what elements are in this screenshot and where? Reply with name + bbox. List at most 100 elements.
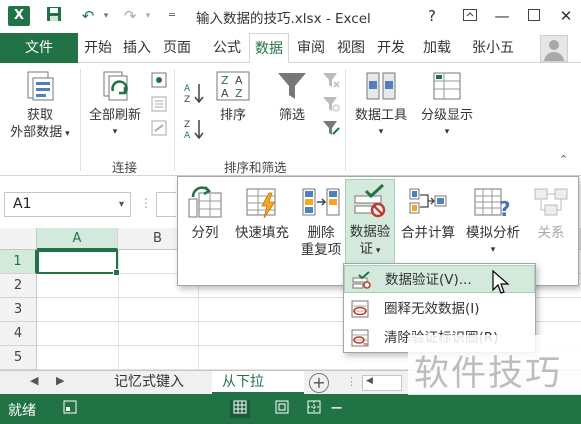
tab-addins[interactable]: 加载 [418,33,456,63]
select-all-corner[interactable] [0,228,37,250]
flash-fill-icon [246,188,276,219]
filter-button[interactable]: 筛选 [268,69,316,153]
consolidate-icon [409,188,447,214]
chevron-down-icon: ▾ [490,245,496,255]
formula-input[interactable] [156,192,176,217]
window-title: 输入数据的技巧.xlsx - Excel [196,11,371,27]
chevron-down-icon[interactable]: ▾ [119,193,124,216]
svg-text:A: A [235,74,243,87]
close-button[interactable]: ✕ [554,5,578,27]
sort-ascending-icon[interactable]: AZ [184,81,206,105]
remove-duplicates-button[interactable]: 删除 重复项 [296,181,346,269]
relationships-button[interactable]: 关系 [526,181,576,247]
group-label-connections: 连接 [112,160,138,175]
ribbon-display-icon[interactable] [458,5,482,27]
what-if-analysis-button[interactable]: ? 模拟分析 ▾ [462,181,524,267]
active-cell-a1[interactable] [37,250,120,276]
chevron-down-icon: ▾ [62,129,70,139]
user-name[interactable]: 张小五 [472,33,514,63]
edit-links-icon[interactable] [150,119,168,137]
help-button[interactable]: ? [420,5,444,27]
chevron-down-icon: ▾ [112,127,118,137]
connections-icon[interactable] [150,71,168,89]
tab-formulas[interactable]: 公式 [208,33,246,63]
sheet-tab[interactable]: 记忆式键入 [104,371,194,394]
svg-text:Z: Z [184,120,190,130]
data-tools-label: 数据工具 [354,108,407,123]
macro-record-icon[interactable] [60,400,80,418]
redo-icon[interactable]: ↷ [120,6,140,26]
chevron-down-icon: ▾ [444,127,450,137]
svg-text:A: A [184,84,191,94]
maximize-button[interactable] [522,5,546,27]
zoom-out-icon[interactable]: − [330,398,343,417]
sheet-next-icon[interactable]: ▶ [56,374,64,387]
svg-text:?: ? [499,197,511,219]
tab-developer[interactable]: 开发 [372,33,410,63]
name-box[interactable]: A1 ▾ [4,192,131,217]
tab-file[interactable]: 文件 [0,33,78,63]
minimize-button[interactable]: — [490,5,514,27]
clear-filter-icon[interactable] [322,71,340,89]
data-validation-button[interactable]: 数据验 证 ▾ [345,179,395,265]
tab-insert[interactable]: 插入 [118,33,156,63]
flash-fill-label: 快速填充 [235,225,289,241]
svg-text:A: A [221,87,229,100]
reapply-filter-icon[interactable] [322,95,340,113]
tab-data[interactable]: 数据 [249,33,289,64]
sheet-options-icon[interactable]: ⋮ [346,375,357,388]
column-header[interactable]: A [37,228,118,250]
normal-view-icon[interactable] [230,400,250,418]
formula-bar-grip-icon[interactable]: ⋮ [140,196,152,210]
avatar[interactable] [540,35,568,62]
flash-fill-button[interactable]: 快速填充 [230,181,294,247]
customize-qat-icon[interactable]: ═ [162,6,182,26]
sheet-prev-icon[interactable]: ◀ [30,374,38,387]
save-icon[interactable] [44,6,64,26]
svg-text:A: A [184,131,191,141]
collapse-ribbon-icon[interactable]: ⌃ [559,153,577,171]
undo-icon[interactable]: ↶ [78,6,98,26]
text-to-columns-button[interactable]: 分列 [182,181,228,247]
data-tools-button[interactable]: 数据工具 ▾ [347,67,415,153]
page-break-view-icon[interactable] [304,400,324,418]
scroll-left-icon[interactable]: ◀ [366,376,373,386]
undo-dropdown-icon[interactable]: ▾ [96,6,116,26]
get-external-data-button[interactable]: 获取 外部数据 ▾ [4,67,76,153]
group-label-sort-filter: 排序和筛选 [224,160,287,175]
tab-review[interactable]: 审阅 [292,33,330,63]
horizontal-scrollbar[interactable]: ◀ [362,375,402,391]
row-header[interactable]: 5 [0,346,37,370]
what-if-analysis-icon: ? [474,188,511,219]
outline-icon [433,72,461,100]
properties-icon[interactable] [150,95,168,113]
row-header[interactable]: 1 [0,250,37,274]
sort-label: 排序 [219,108,246,123]
sort-descending-icon[interactable]: ZA [184,117,206,141]
ribbon-separator [80,69,81,171]
menu-item-label: 数据验证(V)... [385,272,472,288]
mouse-pointer-icon [492,270,510,294]
data-validation-label-2: 证 [359,241,374,257]
tab-home[interactable]: 开始 [80,33,116,63]
page-layout-view-icon[interactable] [272,400,292,418]
refresh-all-label: 全部刷新 [88,108,141,123]
add-sheet-icon[interactable]: + [309,373,329,393]
watermark-overlay: 软件技巧 [408,335,581,395]
tab-page-layout[interactable]: 页面 [158,33,196,63]
row-header[interactable]: 3 [0,298,37,322]
relationships-icon [534,188,568,216]
tab-view[interactable]: 视图 [332,33,370,63]
advanced-filter-icon[interactable] [322,119,340,137]
outline-button[interactable]: 分级显示 ▾ [415,67,479,153]
row-header[interactable]: 4 [0,322,37,346]
row-header[interactable]: 2 [0,274,37,298]
redo-dropdown-icon[interactable]: ▾ [138,6,158,26]
sheet-tab-active[interactable]: 从下拉 [212,371,304,394]
refresh-all-button[interactable]: 全部刷新 ▾ [82,67,148,153]
what-if-analysis-label: 模拟分析 [466,225,520,241]
menu-item-circle-invalid[interactable]: 圈释无效数据(I) [344,295,535,323]
consolidate-button[interactable]: 合并计算 [396,181,460,247]
external-data-icon [27,71,54,101]
sort-button[interactable]: Z A A Z 排序 [210,69,256,153]
